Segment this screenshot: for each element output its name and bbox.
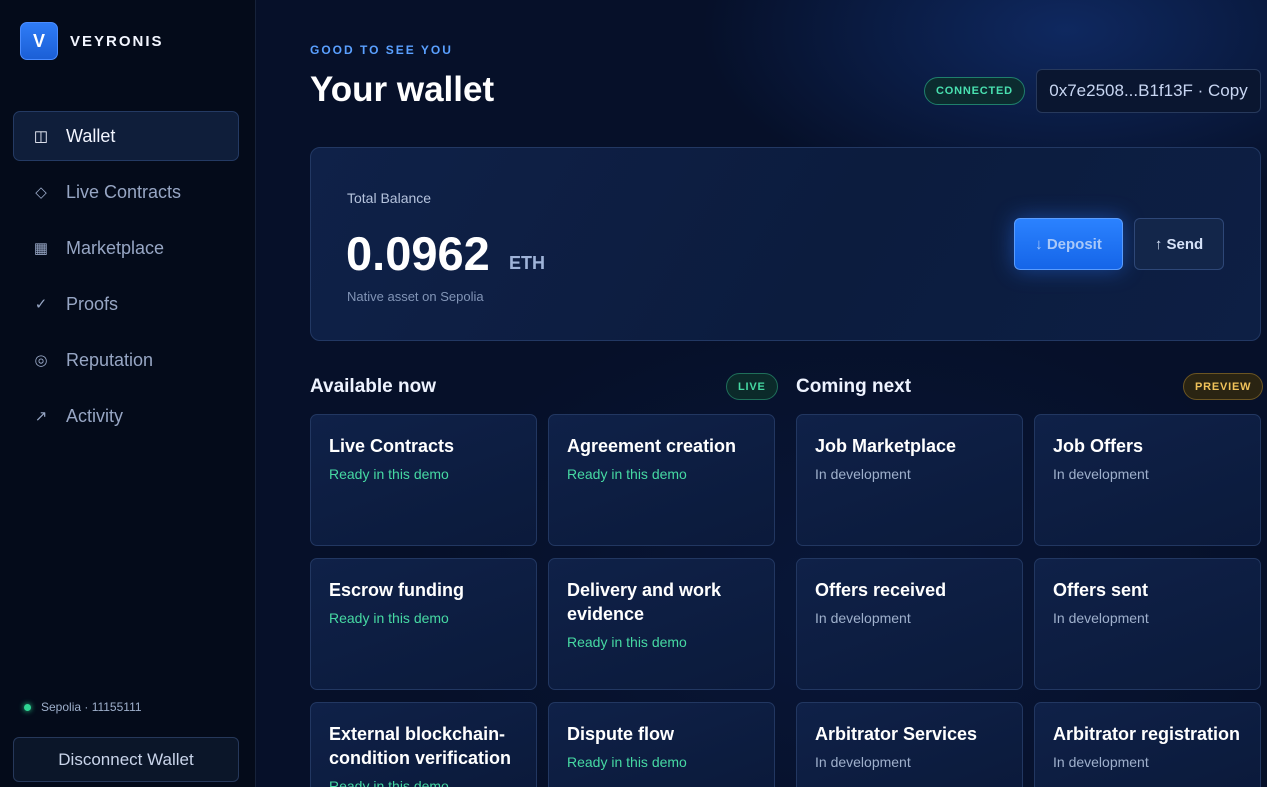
- card-status: In development: [1053, 466, 1149, 482]
- balance-subtitle: Native asset on Sepolia: [347, 289, 484, 304]
- copy-address-button[interactable]: 0x7e2508...B1f13F · Copy: [1036, 69, 1261, 113]
- card-title: Job Offers: [1053, 436, 1144, 456]
- card-status: In development: [815, 610, 911, 626]
- sidebar-item-marketplace[interactable]: ▦ Marketplace: [13, 223, 239, 273]
- card-title: Escrow funding: [329, 580, 464, 600]
- card-status: Ready in this demo: [329, 466, 449, 482]
- card-status: In development: [815, 754, 911, 770]
- feature-card[interactable]: Escrow funding Ready in this demo: [310, 558, 537, 690]
- feature-card[interactable]: Live Contracts Ready in this demo: [310, 414, 537, 546]
- target-icon: ◎: [34, 352, 48, 369]
- sidebar-item-label: Marketplace: [66, 237, 165, 258]
- network-indicator: Sepolia · 11155111: [24, 700, 142, 714]
- sidebar-nav: ◫ Wallet ◇ Live Contracts ▦ Marketplace …: [13, 111, 239, 447]
- balance-value: 0.0962: [346, 227, 490, 280]
- check-icon: ✓: [34, 296, 48, 313]
- card-title: Delivery and work evidence: [567, 580, 722, 624]
- card-status: In development: [1053, 610, 1149, 626]
- feature-card[interactable]: Offers sent In development: [1034, 558, 1261, 690]
- page-title: Your wallet: [310, 70, 495, 109]
- sidebar: V VEYRONIS ◫ Wallet ◇ Live Contracts ▦ M…: [0, 0, 256, 787]
- card-status: Ready in this demo: [329, 778, 449, 787]
- connection-status-badge: CONNECTED: [924, 77, 1025, 105]
- wallet-icon: ◫: [33, 128, 49, 145]
- available-section-title: Available now: [310, 376, 436, 397]
- sidebar-item-live-contracts[interactable]: ◇ Live Contracts: [13, 167, 239, 217]
- disconnect-wallet-button[interactable]: Disconnect Wallet: [13, 737, 239, 782]
- sidebar-item-label: Proofs: [66, 293, 119, 314]
- card-title: Arbitrator Services: [815, 724, 978, 744]
- feature-card[interactable]: Agreement creation Ready in this demo: [548, 414, 775, 546]
- feature-card[interactable]: Job Marketplace In development: [796, 414, 1023, 546]
- sidebar-item-label: Wallet: [66, 125, 116, 146]
- card-title: Live Contracts: [329, 436, 455, 456]
- status-dot-icon: [24, 703, 31, 711]
- feature-card[interactable]: External blockchain-condition verificati…: [310, 702, 537, 787]
- balance-unit: ETH: [509, 253, 545, 273]
- sidebar-item-reputation[interactable]: ◎ Reputation: [13, 335, 239, 385]
- card-title: Dispute flow: [567, 724, 674, 744]
- app-root: V VEYRONIS ◫ Wallet ◇ Live Contracts ▦ M…: [0, 0, 1267, 787]
- card-status: Ready in this demo: [567, 754, 687, 770]
- brand-name: VEYRONIS: [70, 32, 164, 50]
- coming-section-title: Coming next: [796, 376, 912, 397]
- greeting: GOOD TO SEE YOU: [310, 43, 453, 57]
- diamond-icon: ◇: [35, 184, 47, 201]
- card-status: Ready in this demo: [567, 634, 687, 650]
- balance-label: Total Balance: [347, 190, 432, 206]
- main-content: GOOD TO SEE YOU Your wallet CONNECTED 0x…: [256, 0, 1267, 787]
- live-badge: LIVE: [726, 373, 778, 400]
- card-status: Ready in this demo: [329, 610, 449, 626]
- sidebar-item-proofs[interactable]: ✓ Proofs: [13, 279, 239, 329]
- feature-card[interactable]: Job Offers In development: [1034, 414, 1261, 546]
- feature-card[interactable]: Arbitrator Services In development: [796, 702, 1023, 787]
- sidebar-item-label: Reputation: [66, 349, 154, 370]
- card-status: In development: [815, 466, 911, 482]
- card-title: External blockchain-condition verificati…: [329, 724, 512, 768]
- brand[interactable]: V VEYRONIS: [20, 22, 164, 60]
- card-status: Ready in this demo: [567, 466, 687, 482]
- preview-badge: PREVIEW: [1183, 373, 1264, 400]
- brand-logo: V: [20, 22, 58, 60]
- sidebar-item-activity[interactable]: ↗ Activity: [13, 391, 239, 441]
- feature-card[interactable]: Delivery and work evidence Ready in this…: [548, 558, 775, 690]
- feature-card[interactable]: Dispute flow Ready in this demo: [548, 702, 775, 787]
- deposit-button[interactable]: ↓ Deposit: [1014, 218, 1123, 270]
- feature-card[interactable]: Arbitrator registration In development: [1034, 702, 1261, 787]
- grid-icon: ▦: [33, 240, 49, 257]
- card-title: Job Marketplace: [815, 436, 957, 456]
- network-label: Sepolia · 11155111: [41, 700, 142, 714]
- send-button[interactable]: ↑ Send: [1134, 218, 1224, 270]
- card-title: Agreement creation: [567, 436, 737, 456]
- trend-arrow-icon: ↗: [34, 408, 48, 425]
- card-status: In development: [1053, 754, 1149, 770]
- sidebar-item-label: Live Contracts: [66, 181, 182, 202]
- card-title: Offers sent: [1053, 580, 1149, 600]
- sidebar-item-wallet[interactable]: ◫ Wallet: [13, 111, 239, 161]
- card-title: Offers received: [815, 580, 947, 600]
- feature-card[interactable]: Offers received In development: [796, 558, 1023, 690]
- card-title: Arbitrator registration: [1053, 724, 1241, 744]
- balance-card: Total Balance 0.0962 ETH Native asset on…: [310, 147, 1261, 341]
- sidebar-item-label: Activity: [66, 405, 124, 426]
